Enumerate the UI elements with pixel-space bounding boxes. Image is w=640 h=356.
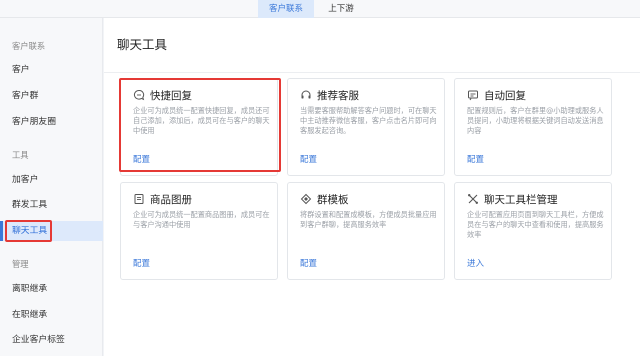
group-template-icon [300,193,312,205]
card-recommend-service[interactable]: 推荐客服 当需要客服帮助解答客户问题时，可在聊天中主动推荐微信客服，客户点击名片… [287,78,445,176]
card-title: 推荐客服 [317,90,359,102]
configure-link[interactable]: 配置 [300,153,317,165]
page-title: 聊天工具 [117,37,168,52]
card-title: 群模板 [317,194,349,206]
sidebar: 客户联系 客户 客户群 客户朋友圈 工具 加客户 群发工具 聊天工具 管理 离职… [0,18,103,356]
card-title: 自动回复 [484,90,526,102]
tab-customer-contact[interactable]: 客户联系 [258,0,314,18]
sidebar-item-mass-send[interactable]: 群发工具 [0,195,103,215]
sidebar-item-chat-tools[interactable]: 聊天工具 [0,221,103,241]
tab-upstream-downstream[interactable]: 上下游 [318,0,364,18]
configure-link[interactable]: 配置 [300,257,317,269]
sidebar-item-add-customer[interactable]: 加客户 [0,170,103,190]
configure-link[interactable]: 配置 [467,153,484,165]
sidebar-heading-tools: 工具 [12,150,29,160]
card-title: 快捷回复 [150,90,192,102]
card-product-album[interactable]: 商品图册 企业可为成员统一配置商品图册，成员可在与客户沟通中使用 配置 [120,182,278,280]
configure-link[interactable]: 配置 [133,153,150,165]
sidebar-item-customers[interactable]: 客户 [0,60,103,80]
divider [104,72,640,73]
sidebar-item-customer-tags[interactable]: 企业客户标签 [0,330,103,350]
auto-reply-icon [467,89,479,101]
sidebar-item-moments[interactable]: 客户朋友圈 [0,112,103,132]
card-group-template[interactable]: 群模板 将群设置和配置成模板，方便成员批量应用到客户群聊，提高服务效率 配置 [287,182,445,280]
card-description: 企业可为成员统一配置商品图册，成员可在与客户沟通中使用 [133,210,270,229]
sidebar-item-resigned-transfer[interactable]: 离职继承 [0,279,103,299]
enter-link[interactable]: 进入 [467,257,484,269]
card-title: 商品图册 [150,194,192,206]
configure-link[interactable]: 配置 [133,257,150,269]
sidebar-item-onjob-transfer[interactable]: 在职继承 [0,305,103,325]
chat-bubble-icon [133,89,145,101]
sidebar-heading-customer-contact: 客户联系 [12,41,46,51]
top-tab-bar: 客户联系 上下游 [0,0,640,18]
card-description: 企业可配置应用页面到聊天工具栏，方便成员在与客户的聊天中查看和使用，提高服务效率 [467,210,604,239]
main-content: 聊天工具 快捷回复 企业可为成员统一配置快捷回复，成员还可自己添加，添加后，成员… [104,18,640,356]
card-description: 配置规则后，客户在群里@小助理或服务人员提问，小助理将根据关键词自动发送消息内容 [467,106,604,135]
sidebar-heading-management: 管理 [12,259,29,269]
card-description: 将群设置和配置成模板，方便成员批量应用到客户群聊，提高服务效率 [300,210,437,229]
toolbar-manage-icon [467,193,479,205]
card-description: 当需要客服帮助解答客户问题时，可在聊天中主动推荐微信客服，客户点击名片即可向客服… [300,106,437,135]
card-auto-reply[interactable]: 自动回复 配置规则后，客户在群里@小助理或服务人员提问，小助理将根据关键词自动发… [454,78,612,176]
card-title: 聊天工具栏管理 [484,194,558,206]
product-album-icon [133,193,145,205]
headset-icon [300,89,312,101]
sidebar-item-customer-groups[interactable]: 客户群 [0,86,103,106]
card-quick-reply[interactable]: 快捷回复 企业可为成员统一配置快捷回复，成员还可自己添加，添加后，成员可在与客户… [120,78,278,176]
card-toolbar-management[interactable]: 聊天工具栏管理 企业可配置应用页面到聊天工具栏，方便成员在与客户的聊天中查看和使… [454,182,612,280]
card-description: 企业可为成员统一配置快捷回复，成员还可自己添加，添加后，成员可在与客户的聊天中使… [133,106,270,135]
